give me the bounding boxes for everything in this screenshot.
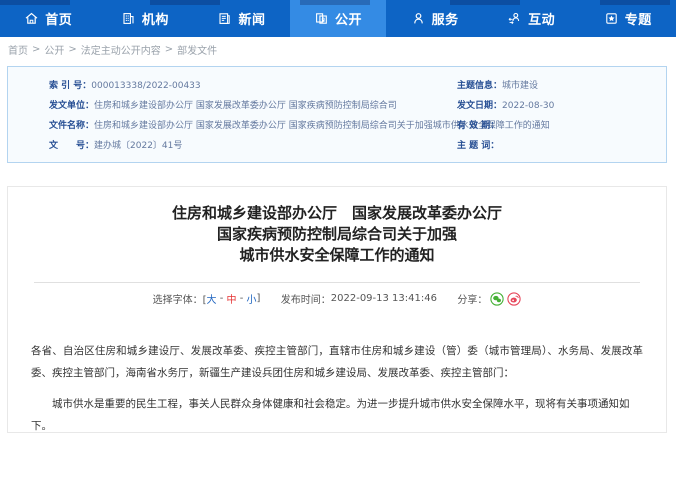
weibo-share-icon[interactable] <box>507 292 521 306</box>
article-paragraph: 城市供水是重要的民生工程，事关人民群众身体健康和社会稳定。为进一步提升城市供水安… <box>31 394 643 433</box>
field-issue-date: 发文日期：2022-08-30 <box>457 96 666 116</box>
nav-item-service[interactable]: 服务 <box>386 0 483 37</box>
topic-icon <box>604 11 619 26</box>
field-label: 主题信息： <box>457 81 502 91</box>
field-keywords: 主 题 词： <box>457 136 666 156</box>
field-value: 建办城〔2022〕41号 <box>94 141 182 151</box>
breadcrumb-disclosure[interactable]: 公开 <box>44 42 64 57</box>
field-document-title: 文件名称：住房和城乡建设部办公厅 国家发展改革委办公厅 国家疾病预防控制局综合司… <box>49 116 457 136</box>
nav-item-organization[interactable]: 机构 <box>97 0 194 37</box>
article-title-line: 住房和城乡建设部办公厅 国家发展改革委办公厅 <box>8 203 666 224</box>
publish-time-value: 2022-09-13 13:41:46 <box>331 293 437 304</box>
field-document-number: 文 号：建办城〔2022〕41号 <box>49 136 457 156</box>
top-nav: 首页 机构 新闻 公开 服务 互动 专题 <box>0 0 676 37</box>
field-label: 有 效 期： <box>457 121 499 131</box>
publish-time-label: 发布时间： <box>281 295 331 306</box>
nav-item-label: 互动 <box>528 9 555 28</box>
font-size-label-end: ] <box>256 293 260 304</box>
field-label: 主 题 词： <box>457 141 499 151</box>
breadcrumb-statutory-content[interactable]: 法定主动公开内容 <box>81 42 161 57</box>
share-label: 分享： <box>457 295 487 306</box>
article-title-line: 城市供水安全保障工作的通知 <box>8 245 666 266</box>
field-value: 000013338/2022-00433 <box>91 81 200 91</box>
field-label: 文 号： <box>49 141 94 151</box>
document-info-box: 索 引 号：000013338/2022-00433 主题信息：城市建设 发文单… <box>7 66 667 163</box>
home-icon <box>24 11 39 26</box>
nav-item-news[interactable]: 新闻 <box>193 0 290 37</box>
nav-item-label: 服务 <box>432 9 459 28</box>
wechat-share-icon[interactable] <box>490 292 504 306</box>
field-value: 城市建设 <box>502 81 538 91</box>
service-icon <box>411 11 426 26</box>
field-value: 住房和城乡建设部办公厅 国家发展改革委办公厅 国家疾病预防控制局综合司 <box>94 101 397 111</box>
breadcrumb-separator: > <box>32 44 40 55</box>
breadcrumb-separator: > <box>165 44 173 55</box>
font-size-small-button[interactable]: 小 <box>246 295 256 306</box>
field-validity-period: 有 效 期： <box>457 116 666 136</box>
field-label: 发文单位： <box>49 101 94 111</box>
article-title-line: 国家疾病预防控制局综合司关于加强 <box>8 224 666 245</box>
field-label: 发文日期： <box>457 101 502 111</box>
article-title: 住房和城乡建设部办公厅 国家发展改革委办公厅 国家疾病预防控制局综合司关于加强 … <box>8 203 666 266</box>
article-body: 各省、自治区住房和城乡建设厅、发展改革委、疾控主管部门，直辖市住房和城乡建设（管… <box>8 341 666 433</box>
nav-item-label: 专题 <box>625 9 652 28</box>
nav-item-interaction[interactable]: 互动 <box>483 0 580 37</box>
breadcrumb-home[interactable]: 首页 <box>8 42 28 57</box>
font-size-large-button[interactable]: 大 <box>207 295 217 306</box>
field-issuing-agency: 发文单位：住房和城乡建设部办公厅 国家发展改革委办公厅 国家疾病预防控制局综合司 <box>49 96 457 116</box>
nav-item-home[interactable]: 首页 <box>0 0 97 37</box>
nav-item-label: 首页 <box>45 9 72 28</box>
breadcrumb-ministry-documents[interactable]: 部发文件 <box>177 42 217 57</box>
article-card: 住房和城乡建设部办公厅 国家发展改革委办公厅 国家疾病预防控制局综合司关于加强 … <box>7 186 667 433</box>
field-index-number: 索 引 号：000013338/2022-00433 <box>49 76 457 96</box>
field-subject-info: 主题信息：城市建设 <box>457 76 666 96</box>
interaction-icon <box>507 11 522 26</box>
organization-icon <box>121 11 136 26</box>
news-icon <box>217 11 232 26</box>
nav-item-label: 机构 <box>142 9 169 28</box>
field-value: 2022-08-30 <box>502 101 554 111</box>
nav-item-label: 新闻 <box>238 9 265 28</box>
font-size-dash: - <box>237 293 247 304</box>
field-label: 索 引 号： <box>49 81 91 91</box>
article-paragraph: 各省、自治区住房和城乡建设厅、发展改革委、疾控主管部门，直辖市住房和城乡建设（管… <box>31 341 643 384</box>
font-size-label: 选择字体：[ <box>153 295 207 306</box>
nav-item-disclosure[interactable]: 公开 <box>290 0 387 37</box>
title-divider <box>34 282 640 283</box>
disclosure-icon <box>314 11 329 26</box>
nav-item-label: 公开 <box>335 9 362 28</box>
nav-item-topic[interactable]: 专题 <box>579 0 676 37</box>
font-size-medium-button[interactable]: 中 <box>227 295 237 306</box>
font-size-dash: - <box>217 293 227 304</box>
field-label: 文件名称： <box>49 121 94 131</box>
breadcrumb: 首页 > 公开 > 法定主动公开内容 > 部发文件 <box>8 42 217 57</box>
article-meta-row: 选择字体：[大 - 中 - 小] 发布时间：2022-09-13 13:41:4… <box>8 291 666 306</box>
breadcrumb-separator: > <box>68 44 76 55</box>
